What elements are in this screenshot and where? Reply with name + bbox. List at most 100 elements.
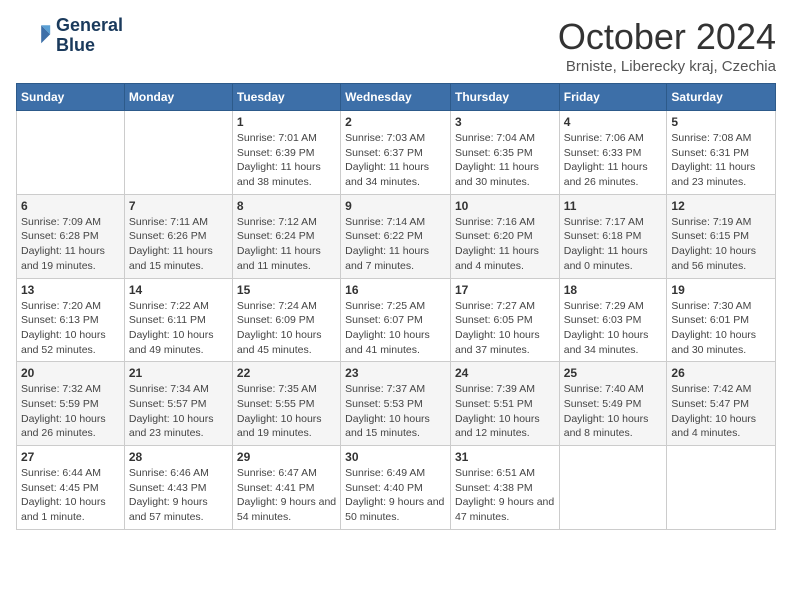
calendar-cell: 18 Sunrise: 7:29 AM Sunset: 6:03 PM Dayli… [559, 278, 667, 362]
day-detail: Sunrise: 7:19 AM Sunset: 6:15 PM Dayligh… [671, 215, 771, 274]
day-detail: Sunrise: 7:12 AM Sunset: 6:24 PM Dayligh… [237, 215, 336, 274]
day-detail: Sunrise: 7:25 AM Sunset: 6:07 PM Dayligh… [345, 299, 446, 358]
calendar-cell: 13Sunrise: 7:20 AM Sunset: 6:13 PM Dayli… [17, 278, 125, 362]
calendar-week-row: 13Sunrise: 7:20 AM Sunset: 6:13 PM Dayli… [17, 278, 776, 362]
day-detail: Sunrise: 7:01 AM Sunset: 6:39 PM Dayligh… [237, 131, 336, 190]
weekday-header: Friday [559, 84, 667, 111]
day-number: 23 [345, 366, 446, 380]
calendar-cell: 11 Sunrise: 7:17 AM Sunset: 6:18 PM Dayli… [559, 194, 667, 278]
day-detail: Sunrise: 7:09 AM Sunset: 6:28 PM Dayligh… [21, 215, 120, 274]
day-number: 11 [564, 199, 663, 213]
location-subtitle: Brniste, Liberecky kraj, Czechia [558, 58, 776, 75]
day-detail: Sunrise: 7:04 AM Sunset: 6:35 PM Dayligh… [455, 131, 555, 190]
calendar-cell: 4 Sunrise: 7:06 AM Sunset: 6:33 PM Daylig… [559, 111, 667, 195]
day-number: 3 [455, 115, 555, 129]
day-number: 26 [671, 366, 771, 380]
calendar-cell: 17 Sunrise: 7:27 AM Sunset: 6:05 PM Dayli… [450, 278, 559, 362]
weekday-header: Saturday [667, 84, 776, 111]
day-number: 28 [129, 450, 228, 464]
day-detail: Sunrise: 6:49 AM Sunset: 4:40 PM Dayligh… [345, 466, 446, 525]
calendar-cell: 23 Sunrise: 7:37 AM Sunset: 5:53 PM Dayli… [341, 362, 451, 446]
day-detail: Sunrise: 7:35 AM Sunset: 5:55 PM Dayligh… [237, 382, 336, 441]
day-number: 15 [237, 283, 336, 297]
calendar-table: SundayMondayTuesdayWednesdayThursdayFrid… [16, 83, 776, 530]
calendar-cell: 2 Sunrise: 7:03 AM Sunset: 6:37 PM Daylig… [341, 111, 451, 195]
calendar-cell [667, 446, 776, 530]
logo: General Blue [16, 16, 123, 56]
logo-icon [16, 18, 52, 54]
day-number: 20 [21, 366, 120, 380]
calendar-cell [124, 111, 232, 195]
day-detail: Sunrise: 7:29 AM Sunset: 6:03 PM Dayligh… [564, 299, 663, 358]
calendar-cell: 3 Sunrise: 7:04 AM Sunset: 6:35 PM Daylig… [450, 111, 559, 195]
calendar-cell: 30Sunrise: 6:49 AM Sunset: 4:40 PM Dayli… [341, 446, 451, 530]
day-number: 5 [671, 115, 771, 129]
calendar-cell: 22Sunrise: 7:35 AM Sunset: 5:55 PM Dayli… [232, 362, 340, 446]
day-number: 18 [564, 283, 663, 297]
calendar-cell: 27Sunrise: 6:44 AM Sunset: 4:45 PM Dayli… [17, 446, 125, 530]
day-detail: Sunrise: 6:46 AM Sunset: 4:43 PM Dayligh… [129, 466, 228, 525]
day-detail: Sunrise: 7:11 AM Sunset: 6:26 PM Dayligh… [129, 215, 228, 274]
day-detail: Sunrise: 6:44 AM Sunset: 4:45 PM Dayligh… [21, 466, 120, 525]
calendar-cell: 15Sunrise: 7:24 AM Sunset: 6:09 PM Dayli… [232, 278, 340, 362]
day-detail: Sunrise: 7:08 AM Sunset: 6:31 PM Dayligh… [671, 131, 771, 190]
day-detail: Sunrise: 7:16 AM Sunset: 6:20 PM Dayligh… [455, 215, 555, 274]
calendar-cell: 31 Sunrise: 6:51 AM Sunset: 4:38 PM Dayli… [450, 446, 559, 530]
day-detail: Sunrise: 7:03 AM Sunset: 6:37 PM Dayligh… [345, 131, 446, 190]
calendar-cell: 24Sunrise: 7:39 AM Sunset: 5:51 PM Dayli… [450, 362, 559, 446]
day-number: 31 [455, 450, 555, 464]
day-detail: Sunrise: 6:51 AM Sunset: 4:38 PM Dayligh… [455, 466, 555, 525]
day-number: 17 [455, 283, 555, 297]
day-detail: Sunrise: 7:30 AM Sunset: 6:01 PM Dayligh… [671, 299, 771, 358]
day-detail: Sunrise: 7:06 AM Sunset: 6:33 PM Dayligh… [564, 131, 663, 190]
day-detail: Sunrise: 7:22 AM Sunset: 6:11 PM Dayligh… [129, 299, 228, 358]
calendar-cell [17, 111, 125, 195]
day-number: 6 [21, 199, 120, 213]
calendar-cell: 7Sunrise: 7:11 AM Sunset: 6:26 PM Daylig… [124, 194, 232, 278]
weekday-header: Wednesday [341, 84, 451, 111]
day-detail: Sunrise: 7:39 AM Sunset: 5:51 PM Dayligh… [455, 382, 555, 441]
calendar-cell: 16 Sunrise: 7:25 AM Sunset: 6:07 PM Dayli… [341, 278, 451, 362]
day-detail: Sunrise: 7:37 AM Sunset: 5:53 PM Dayligh… [345, 382, 446, 441]
calendar-cell: 29Sunrise: 6:47 AM Sunset: 4:41 PM Dayli… [232, 446, 340, 530]
day-number: 4 [564, 115, 663, 129]
day-number: 10 [455, 199, 555, 213]
day-detail: Sunrise: 7:14 AM Sunset: 6:22 PM Dayligh… [345, 215, 446, 274]
calendar-cell: 1Sunrise: 7:01 AM Sunset: 6:39 PM Daylig… [232, 111, 340, 195]
header: General Blue October 2024 Brniste, Liber… [16, 16, 776, 75]
day-detail: Sunrise: 7:27 AM Sunset: 6:05 PM Dayligh… [455, 299, 555, 358]
calendar-cell: 5 Sunrise: 7:08 AM Sunset: 6:31 PM Daylig… [667, 111, 776, 195]
calendar-cell: 26 Sunrise: 7:42 AM Sunset: 5:47 PM Dayli… [667, 362, 776, 446]
day-number: 29 [237, 450, 336, 464]
day-detail: Sunrise: 7:42 AM Sunset: 5:47 PM Dayligh… [671, 382, 771, 441]
calendar-cell: 12 Sunrise: 7:19 AM Sunset: 6:15 PM Dayli… [667, 194, 776, 278]
logo-text: General Blue [56, 16, 123, 56]
calendar-cell: 20 Sunrise: 7:32 AM Sunset: 5:59 PM Dayli… [17, 362, 125, 446]
calendar-header: SundayMondayTuesdayWednesdayThursdayFrid… [17, 84, 776, 111]
calendar-week-row: 6 Sunrise: 7:09 AM Sunset: 6:28 PM Daylig… [17, 194, 776, 278]
weekday-header: Sunday [17, 84, 125, 111]
day-detail: Sunrise: 7:20 AM Sunset: 6:13 PM Dayligh… [21, 299, 120, 358]
day-number: 2 [345, 115, 446, 129]
day-number: 8 [237, 199, 336, 213]
day-number: 25 [564, 366, 663, 380]
day-number: 12 [671, 199, 771, 213]
weekday-header: Thursday [450, 84, 559, 111]
day-detail: Sunrise: 7:32 AM Sunset: 5:59 PM Dayligh… [21, 382, 120, 441]
calendar-cell: 8 Sunrise: 7:12 AM Sunset: 6:24 PM Daylig… [232, 194, 340, 278]
weekday-header: Monday [124, 84, 232, 111]
day-number: 9 [345, 199, 446, 213]
calendar-cell: 25Sunrise: 7:40 AM Sunset: 5:49 PM Dayli… [559, 362, 667, 446]
calendar-cell: 9 Sunrise: 7:14 AM Sunset: 6:22 PM Daylig… [341, 194, 451, 278]
calendar-cell: 19 Sunrise: 7:30 AM Sunset: 6:01 PM Dayli… [667, 278, 776, 362]
calendar-week-row: 27Sunrise: 6:44 AM Sunset: 4:45 PM Dayli… [17, 446, 776, 530]
calendar-cell: 28 Sunrise: 6:46 AM Sunset: 4:43 PM Dayli… [124, 446, 232, 530]
day-number: 16 [345, 283, 446, 297]
calendar-cell: 6 Sunrise: 7:09 AM Sunset: 6:28 PM Daylig… [17, 194, 125, 278]
day-number: 21 [129, 366, 228, 380]
calendar-cell: 21Sunrise: 7:34 AM Sunset: 5:57 PM Dayli… [124, 362, 232, 446]
month-title: October 2024 [558, 16, 776, 58]
day-number: 19 [671, 283, 771, 297]
day-detail: Sunrise: 7:17 AM Sunset: 6:18 PM Dayligh… [564, 215, 663, 274]
calendar-body: 1Sunrise: 7:01 AM Sunset: 6:39 PM Daylig… [17, 111, 776, 530]
